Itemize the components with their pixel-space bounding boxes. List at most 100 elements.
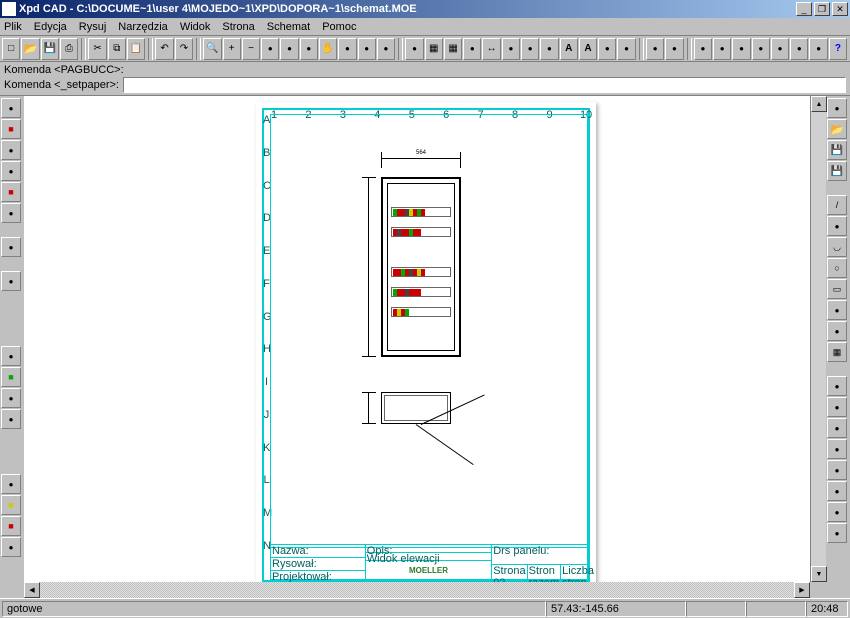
- print-icon[interactable]: [60, 38, 78, 60]
- tool-a-icon[interactable]: [646, 38, 664, 60]
- save-icon[interactable]: [41, 38, 59, 60]
- ortho-icon[interactable]: [444, 38, 462, 60]
- window-title: Xpd CAD - C:\DOCUME~1\user 4\MOJEDO~1\XP…: [19, 3, 794, 15]
- tool-i-icon[interactable]: [809, 38, 827, 60]
- maximize-button[interactable]: ❐: [814, 2, 830, 16]
- undo-icon[interactable]: [155, 38, 173, 60]
- tool-f-icon[interactable]: [752, 38, 770, 60]
- dimension-height: [362, 177, 376, 357]
- tool-c-icon[interactable]: [694, 38, 712, 60]
- help-icon[interactable]: [829, 38, 847, 60]
- dim2-icon[interactable]: [502, 38, 520, 60]
- horizontal-scrollbar[interactable]: ◀ ▶: [0, 582, 850, 598]
- block-icon[interactable]: [540, 38, 558, 60]
- menu-narzedzia[interactable]: Narzędzia: [118, 21, 168, 33]
- rotate-icon[interactable]: [827, 418, 847, 438]
- pan-icon[interactable]: [319, 38, 337, 60]
- extend-icon[interactable]: [827, 502, 847, 522]
- redraw-icon[interactable]: [338, 38, 356, 60]
- tool-e-icon[interactable]: [732, 38, 750, 60]
- zoom-out-icon[interactable]: [242, 38, 260, 60]
- circle-icon[interactable]: [827, 258, 847, 278]
- menu-widok[interactable]: Widok: [180, 21, 211, 33]
- ltool-15-icon[interactable]: [1, 516, 21, 536]
- vertical-scrollbar[interactable]: ▲ ▼: [810, 96, 826, 582]
- zoom-icon[interactable]: [203, 38, 221, 60]
- regen-icon[interactable]: [358, 38, 376, 60]
- minimize-button[interactable]: _: [796, 2, 812, 16]
- layer-icon[interactable]: [617, 38, 635, 60]
- ltool-3-icon[interactable]: [1, 140, 21, 160]
- command-input[interactable]: [123, 77, 846, 93]
- ltool-2-icon[interactable]: [1, 119, 21, 139]
- tool-g-icon[interactable]: [771, 38, 789, 60]
- text-icon[interactable]: [560, 38, 578, 60]
- paste-icon[interactable]: [127, 38, 145, 60]
- grid-icon[interactable]: [425, 38, 443, 60]
- ltool-7-icon[interactable]: [1, 237, 21, 257]
- rtool-a3-icon[interactable]: [827, 140, 847, 160]
- menu-schemat[interactable]: Schemat: [267, 21, 310, 33]
- menu-rysuj[interactable]: Rysuj: [79, 21, 107, 33]
- ltool-11-icon[interactable]: [1, 388, 21, 408]
- copy2-icon[interactable]: [827, 397, 847, 417]
- line-icon[interactable]: [827, 195, 847, 215]
- scroll-up-icon[interactable]: ▲: [811, 96, 827, 112]
- rtool-a4-icon[interactable]: [827, 161, 847, 181]
- menu-plik[interactable]: Plik: [4, 21, 22, 33]
- scroll-left-icon[interactable]: ◀: [24, 582, 40, 598]
- tool-d-icon[interactable]: [713, 38, 731, 60]
- zoom-in-icon[interactable]: [223, 38, 241, 60]
- ltool-14-icon[interactable]: [1, 495, 21, 515]
- menu-strona[interactable]: Strona: [222, 21, 254, 33]
- zoom-extents-icon[interactable]: [261, 38, 279, 60]
- ltool-5-icon[interactable]: [1, 182, 21, 202]
- tool-h-icon[interactable]: [790, 38, 808, 60]
- copy-icon[interactable]: [108, 38, 126, 60]
- tool-b-icon[interactable]: [665, 38, 683, 60]
- mirror-icon[interactable]: [827, 439, 847, 459]
- move-icon[interactable]: [827, 376, 847, 396]
- rect-icon[interactable]: [827, 279, 847, 299]
- redo-icon[interactable]: [175, 38, 193, 60]
- menu-pomoc[interactable]: Pomoc: [322, 21, 356, 33]
- attr-icon[interactable]: [598, 38, 616, 60]
- ltool-9-icon[interactable]: [1, 346, 21, 366]
- fillet-icon[interactable]: [827, 523, 847, 543]
- ltool-8-icon[interactable]: [1, 271, 21, 291]
- status-pane-1: [686, 601, 746, 617]
- ltool-4-icon[interactable]: [1, 161, 21, 181]
- scroll-right-icon[interactable]: ▶: [794, 582, 810, 598]
- command-area: Komenda <PAGBUCC>: Komenda <_setpaper>:: [0, 62, 850, 96]
- snap-icon[interactable]: [405, 38, 423, 60]
- osnap-icon[interactable]: [463, 38, 481, 60]
- scroll-down-icon[interactable]: ▼: [811, 566, 827, 582]
- scale-icon[interactable]: [827, 460, 847, 480]
- mtext-icon[interactable]: [579, 38, 597, 60]
- ltool-1-icon[interactable]: [1, 98, 21, 118]
- hatch-icon[interactable]: [521, 38, 539, 60]
- open-icon[interactable]: [21, 38, 39, 60]
- hatch2-icon[interactable]: [827, 342, 847, 362]
- dimension-icon[interactable]: [482, 38, 500, 60]
- zoom-window-icon[interactable]: [280, 38, 298, 60]
- spline-icon[interactable]: [827, 300, 847, 320]
- ltool-16-icon[interactable]: [1, 537, 21, 557]
- drawing-canvas[interactable]: 12345678910 ABCDEFGHIJKLMN 564: [24, 96, 810, 582]
- polyline-icon[interactable]: [827, 216, 847, 236]
- view-icon[interactable]: [377, 38, 395, 60]
- ltool-12-icon[interactable]: [1, 409, 21, 429]
- new-icon[interactable]: [2, 38, 20, 60]
- trim-icon[interactable]: [827, 481, 847, 501]
- close-button[interactable]: ✕: [832, 2, 848, 16]
- menu-edycja[interactable]: Edycja: [34, 21, 67, 33]
- rtool-a2-icon[interactable]: [827, 119, 847, 139]
- ltool-10-icon[interactable]: [1, 367, 21, 387]
- zoom-prev-icon[interactable]: [300, 38, 318, 60]
- arc-icon[interactable]: [827, 237, 847, 257]
- ltool-13-icon[interactable]: [1, 474, 21, 494]
- cut-icon[interactable]: [88, 38, 106, 60]
- rtool-a1-icon[interactable]: [827, 98, 847, 118]
- ellipse-icon[interactable]: [827, 321, 847, 341]
- ltool-6-icon[interactable]: [1, 203, 21, 223]
